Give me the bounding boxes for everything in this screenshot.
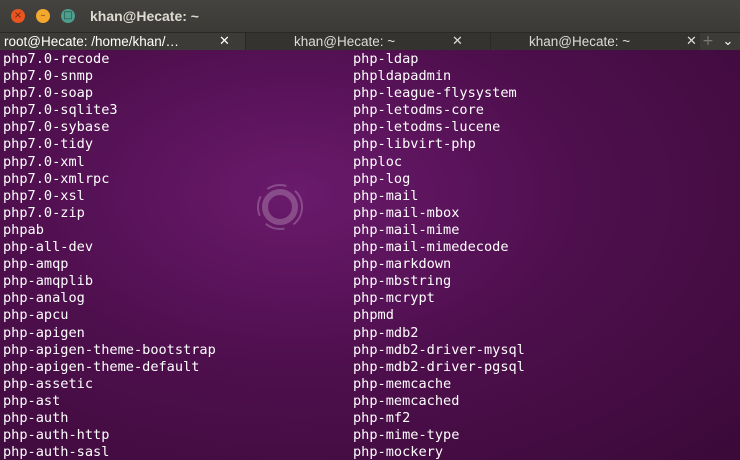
tab-label: khan@Hecate: ~ — [529, 34, 631, 49]
terminal-line: php-markdown — [353, 256, 452, 273]
terminal-line: php-amqp — [3, 256, 69, 273]
terminal-line: php-mdb2 — [353, 324, 419, 341]
tab-khan-home-2[interactable]: khan@Hecate: ~ ✕ — [490, 33, 700, 51]
tab-close-icon[interactable]: ✕ — [219, 33, 230, 50]
terminal-line: php-mail-mimedecode — [353, 239, 509, 256]
terminal-line: php-mockery — [353, 444, 444, 460]
tab-label: root@Hecate: /home/khan/… — [4, 34, 180, 49]
terminal-line: php-apigen-theme-bootstrap — [3, 341, 216, 358]
terminal-line: php-mdb2-driver-mysql — [353, 341, 525, 358]
terminal-line: php-apigen — [3, 324, 85, 341]
terminal-line: php7.0-sybase — [3, 119, 110, 136]
terminal-output[interactable]: php7.0-recode php7.0-snmp php7.0-soap php7.… — [0, 50, 740, 460]
terminal-line: php7.0-soap — [3, 85, 94, 102]
terminal-line: php-mail — [353, 187, 419, 204]
terminal-line: php-mf2 — [353, 409, 411, 426]
terminal-line: php-mdb2-driver-pgsql — [353, 358, 525, 375]
maximize-window-button[interactable]: □ — [61, 9, 75, 23]
terminal-line: php7.0-sqlite3 — [3, 102, 118, 119]
tab-close-icon[interactable]: ✕ — [686, 33, 697, 50]
terminal-line: php-ast — [3, 392, 61, 409]
new-tab-icon[interactable]: + — [700, 33, 716, 50]
terminal-line: php-mcrypt — [353, 290, 435, 307]
terminal-window: × – □ khan@Hecate: ~ root@Hecate: /home/… — [0, 0, 740, 460]
terminal-line: php-analog — [3, 290, 85, 307]
window-title: khan@Hecate: ~ — [90, 8, 199, 24]
terminal-line: php-memcached — [353, 392, 460, 409]
terminal-line: php7.0-xml — [3, 153, 85, 170]
terminal-line: php-auth — [3, 409, 69, 426]
close-icon: × — [13, 10, 23, 21]
terminal-line: phpldapadmin — [353, 68, 452, 85]
maximize-icon: □ — [63, 10, 73, 21]
tab-menu-chevron-icon[interactable]: ⌄ — [718, 33, 738, 50]
title-bar[interactable]: × – □ khan@Hecate: ~ — [0, 0, 740, 32]
terminal-line: php-mbstring — [353, 273, 452, 290]
terminal-line: php-amqplib — [3, 273, 94, 290]
terminal-line: phpmd — [353, 307, 394, 324]
close-window-button[interactable]: × — [11, 9, 25, 23]
terminal-line: php-auth-http — [3, 427, 110, 444]
terminal-line: php-letodms-lucene — [353, 119, 501, 136]
tab-close-icon[interactable]: ✕ — [452, 33, 463, 50]
terminal-line: php-assetic — [3, 375, 94, 392]
terminal-line: php-mail-mbox — [353, 204, 460, 221]
terminal-line: php-log — [353, 170, 411, 187]
terminal-line: php-ldap — [353, 51, 419, 67]
terminal-line: php7.0-tidy — [3, 136, 94, 153]
terminal-line: php-mail-mime — [353, 221, 460, 238]
tab-bar: root@Hecate: /home/khan/… ✕ khan@Hecate:… — [0, 32, 740, 51]
terminal-line: php-letodms-core — [353, 102, 484, 119]
tab-label: khan@Hecate: ~ — [294, 34, 396, 49]
terminal-line: php-auth-sasl — [3, 444, 110, 460]
terminal-right-column: php-ldap phpldapadmin php-league-flysystem… — [353, 51, 525, 460]
terminal-line: php7.0-recode — [3, 51, 110, 67]
tab-khan-home-1[interactable]: khan@Hecate: ~ ✕ — [245, 33, 490, 51]
terminal-line: php7.0-snmp — [3, 68, 94, 85]
terminal-line: php7.0-xmlrpc — [3, 170, 110, 187]
terminal-line: php-mime-type — [353, 427, 460, 444]
minimize-icon: – — [40, 10, 46, 21]
terminal-left-column: php7.0-recode php7.0-snmp php7.0-soap php7.… — [3, 51, 216, 460]
terminal-line: php-memcache — [353, 375, 452, 392]
terminal-line: php-apigen-theme-default — [3, 358, 200, 375]
terminal-line: php7.0-xsl — [3, 187, 85, 204]
terminal-line: php-all-dev — [3, 239, 94, 256]
terminal-line: phploc — [353, 153, 403, 170]
terminal-line: php-league-flysystem — [353, 85, 517, 102]
tab-root-home[interactable]: root@Hecate: /home/khan/… ✕ — [0, 33, 245, 51]
terminal-line: phpab — [3, 221, 44, 238]
terminal-line: php7.0-zip — [3, 204, 85, 221]
terminal-line: php-libvirt-php — [353, 136, 476, 153]
ubuntu-logo-icon — [257, 184, 303, 230]
terminal-line: php-apcu — [3, 307, 69, 324]
minimize-window-button[interactable]: – — [36, 9, 50, 23]
